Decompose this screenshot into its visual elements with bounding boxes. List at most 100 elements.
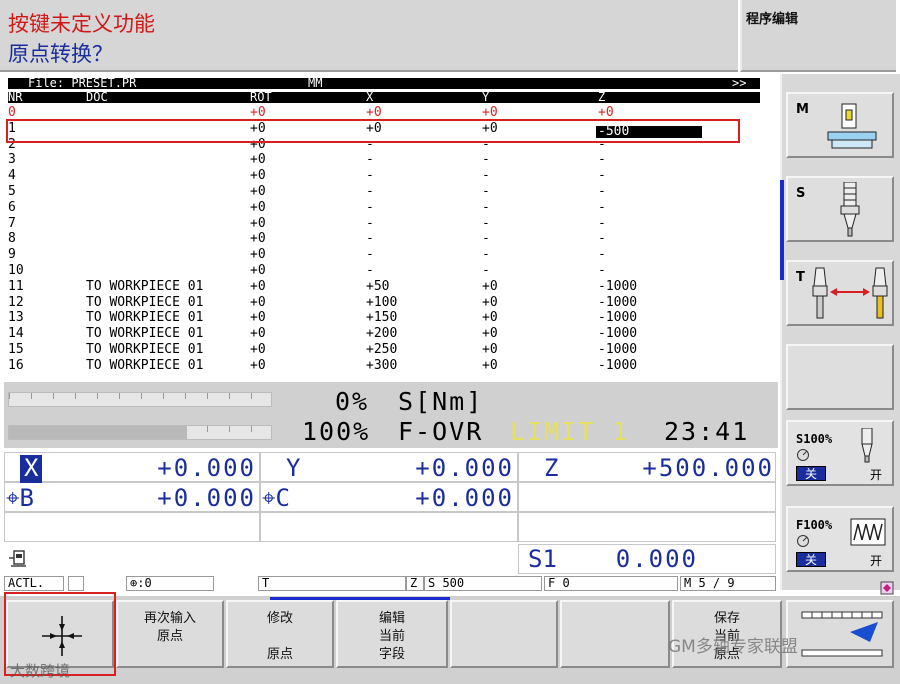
softkey-blank-5[interactable] (450, 600, 558, 668)
position-mode: ACTL. (4, 576, 64, 591)
spindle-value: 0.000 (615, 545, 698, 573)
spindle-override-panel: S100% 关 开 (786, 420, 894, 486)
table-row[interactable]: 3 +0 - - - (8, 152, 760, 168)
cell-nr: 11 (8, 278, 24, 294)
cell-x: - (366, 184, 374, 199)
cell-z: - (598, 199, 606, 215)
softkey-label-line1: 修改 (266, 611, 293, 626)
softkey-label-line1: 再次输入 (143, 611, 196, 626)
spindle-override-value: S100% (796, 432, 833, 446)
cell-rot: +0 (250, 310, 266, 326)
cell-rot: +0 (250, 184, 266, 199)
axis-b-label: ⌖B (6, 484, 34, 512)
cell-nr: 6 (8, 199, 16, 215)
table-row[interactable]: 6 +0 - - - (8, 200, 760, 216)
softkey-label-line1: 保存 (713, 611, 740, 626)
cell-rot: +0 (250, 278, 266, 294)
table-row[interactable]: 5 +0 - - - (8, 184, 760, 200)
col-header-z: Z (598, 90, 606, 104)
cell-z: -1000 (598, 326, 638, 342)
cell-x: - (366, 168, 374, 184)
cell-y: - (482, 152, 490, 168)
cell-y: +0 (482, 310, 498, 326)
cell-z: -1000 (598, 310, 638, 326)
spindle-button[interactable]: S (786, 176, 894, 242)
softkey-reenter-preset[interactable]: 再次输入 原点 (116, 600, 224, 668)
more-columns-marker[interactable]: >> (732, 77, 746, 89)
side-blank-button[interactable] (786, 344, 894, 410)
m-button-label: M (796, 102, 809, 117)
cell-y: +0 (482, 326, 498, 342)
tool-axis: Z (406, 576, 424, 591)
cell-nr: 9 (8, 247, 16, 263)
cell-rot: +0 (250, 294, 266, 310)
table-row[interactable]: 7 +0 - - - (8, 216, 760, 232)
axis-z-value: +500.000 (642, 454, 774, 482)
feed-off-toggle[interactable]: 关 (796, 552, 826, 567)
cell-rot: +0 (250, 215, 266, 231)
status-diamond-icon (880, 580, 894, 595)
table-row[interactable]: 9 +0 - - - (8, 247, 760, 263)
feed-wave-icon (850, 518, 886, 546)
tool-button[interactable]: T (786, 260, 894, 326)
feed-on-toggle[interactable]: 开 (870, 552, 882, 569)
cell-y: - (482, 199, 490, 215)
spindle-off-toggle[interactable]: 关 (796, 466, 826, 481)
cell-z: -1000 (598, 294, 638, 310)
table-row[interactable]: 11 TO WORKPIECE 01 +0 +50 +0 -1000 (8, 279, 760, 295)
table-row[interactable]: 13 TO WORKPIECE 01 +0 +150 +0 -1000 (8, 310, 760, 326)
cell-z: - (598, 168, 606, 184)
table-row[interactable]: 16 TO WORKPIECE 01 +0 +300 +0 -1000 (8, 358, 760, 374)
error-message: 按键未定义功能 (8, 12, 155, 36)
spindle-label: S1 (528, 545, 557, 573)
file-name: File: PRESET.PR (28, 76, 137, 90)
unit-label: MM (308, 76, 323, 90)
cell-rot: +0 (250, 199, 266, 215)
softkey-blank-6[interactable] (560, 600, 670, 668)
spindle-load-value: 0% (335, 387, 370, 416)
spindle-load-label: S[Nm] (398, 387, 484, 416)
cell-rot: +0 (250, 247, 266, 263)
cell-rot: +0 (250, 263, 266, 278)
status-empty-box (68, 576, 84, 591)
edit-field-z[interactable]: -500 (596, 125, 702, 138)
override-dial-icon (797, 535, 809, 547)
col-header-x: X (366, 90, 374, 104)
cell-x: +200 (366, 326, 398, 342)
softkey-bar-icon (801, 611, 883, 657)
cell-nr: 13 (8, 310, 24, 326)
cell-z: - (598, 263, 606, 278)
cell-y: +0 (482, 342, 498, 357)
table-row[interactable]: 4 +0 - - - (8, 168, 760, 184)
side-scroll-indicator (780, 180, 784, 280)
axis-y-value: +0.000 (415, 454, 514, 482)
watermark-corner: 大数跨境 (10, 662, 71, 680)
cell-z: - (598, 152, 606, 168)
cell-doc: TO WORKPIECE 01 (86, 310, 204, 326)
softkey-label-line1: 编辑 (378, 611, 405, 626)
table-row[interactable]: 10 +0 - - - (8, 263, 760, 279)
cell-y: - (482, 231, 490, 247)
softkey-label-line2: 当前 (378, 629, 405, 644)
table-row[interactable]: 12 TO WORKPIECE 01 +0 +100 +0 -1000 (8, 295, 760, 311)
softkey-edit-field[interactable]: 编辑 当前 字段 (336, 600, 448, 668)
cell-z: - (598, 247, 606, 263)
cell-y: +0 (482, 278, 498, 294)
table-row[interactable]: 8 +0 - - - (8, 231, 760, 247)
cell-nr: 16 (8, 357, 24, 373)
feed-status: F 0 (544, 576, 678, 591)
softkey-next-page[interactable] (786, 600, 894, 668)
tool-change-icon (812, 267, 888, 319)
spindle-on-toggle[interactable]: 开 (870, 466, 882, 483)
table-row[interactable]: 15 TO WORKPIECE 01 +0 +250 +0 -1000 (8, 342, 760, 358)
axis-x-value: +0.000 (157, 454, 256, 482)
cell-doc: TO WORKPIECE 01 (86, 357, 204, 373)
cell-x: +100 (366, 294, 398, 310)
feed-override-label: F-OVR (398, 417, 484, 446)
softkey-modify-preset[interactable]: 修改 原点 (226, 600, 334, 668)
table-row[interactable]: 14 TO WORKPIECE 01 +0 +200 +0 -1000 (8, 326, 760, 342)
cell-z: - (598, 184, 606, 199)
axis-c-label: ⌖C (262, 484, 290, 512)
m-function-button[interactable]: M (786, 92, 894, 158)
cell-x: +50 (366, 278, 390, 294)
